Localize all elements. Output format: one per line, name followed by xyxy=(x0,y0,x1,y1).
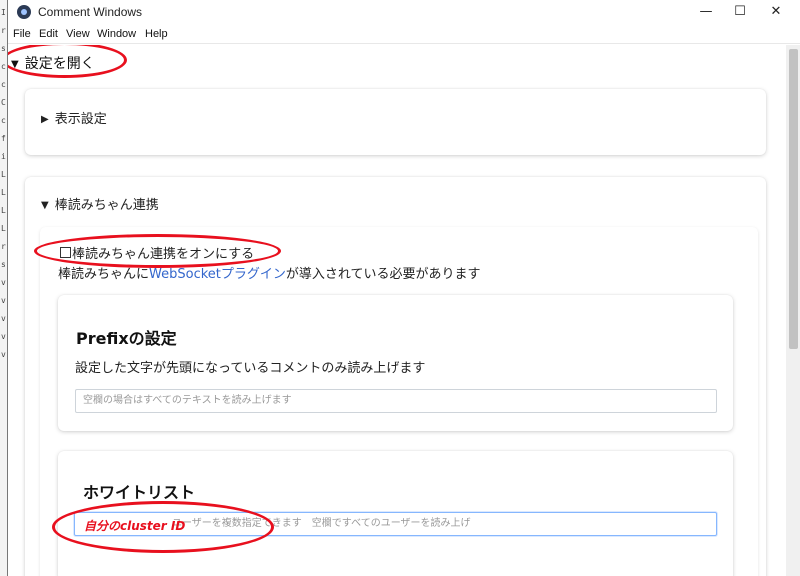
background-strip-char: i xyxy=(1,152,6,161)
menu-file[interactable]: File xyxy=(13,28,31,40)
background-strip-char: c xyxy=(1,80,6,89)
background-strip-char: L xyxy=(1,170,6,179)
menu-view[interactable]: View xyxy=(66,28,90,40)
background-strip-char: v xyxy=(1,332,6,341)
websocket-plugin-link[interactable]: WebSocketプラグイン xyxy=(149,267,286,282)
background-strip-char: v xyxy=(1,296,6,305)
background-strip-char: s xyxy=(1,44,6,53)
prefix-card: Prefixの設定 設定した文字が先頭になっているコメントのみ読み上げます 空欄… xyxy=(58,295,733,431)
caret-right-icon: ▶ xyxy=(41,114,49,125)
background-strip-char: r xyxy=(1,242,6,251)
annotation-handwritten-text: 自分のcluster ID xyxy=(84,519,186,533)
background-strip-char: c xyxy=(1,116,6,125)
menu-window[interactable]: Window xyxy=(97,28,136,40)
background-strip-char: c xyxy=(1,62,6,71)
background-strip-char: v xyxy=(1,314,6,323)
plugin-note-after: が導入されている必要があります xyxy=(285,267,481,282)
prefix-title: Prefixの設定 xyxy=(76,329,177,348)
display-settings-toggle[interactable]: ▶ 表示設定 xyxy=(41,108,107,127)
whitelist-title: ホワイトリスト xyxy=(83,483,196,502)
settings-content: ▼ 設定を開く ▶ 表示設定 ▼ 棒読みちゃん連携 棒読みちゃん連携をオンにする 棒読… xyxy=(8,45,786,576)
title-bar[interactable]: Comment Windows — ☐ ✕ xyxy=(8,0,800,24)
maximize-button[interactable]: ☐ xyxy=(723,0,757,24)
plugin-note-before: 棒読みちゃんに xyxy=(58,267,150,282)
menu-help[interactable]: Help xyxy=(145,28,168,40)
background-strip-char: v xyxy=(1,278,6,287)
background-strip-char: L xyxy=(1,224,6,233)
background-window-strip: IrsccCcfiLLLLrsvvvvv xyxy=(0,0,7,576)
background-strip-char: f xyxy=(1,134,6,143)
background-strip-char: L xyxy=(1,206,6,215)
display-settings-label: 表示設定 xyxy=(54,112,107,127)
background-strip-char: r xyxy=(1,26,6,35)
menu-edit[interactable]: Edit xyxy=(39,28,58,40)
background-strip-char: I xyxy=(1,8,6,17)
annotation-circle-open-settings xyxy=(8,45,127,78)
app-icon xyxy=(17,5,31,19)
bouyomi-section-label: 棒読みちゃん連携 xyxy=(54,198,159,213)
prefix-input[interactable]: 空欄の場合はすべてのテキストを読み上げます xyxy=(75,389,717,413)
comment-window: Comment Windows — ☐ ✕ File Edit View Win… xyxy=(7,0,800,576)
close-button[interactable]: ✕ xyxy=(759,0,793,24)
background-strip-char: s xyxy=(1,260,6,269)
background-strip-char: L xyxy=(1,188,6,197)
minimize-button[interactable]: — xyxy=(689,0,723,24)
background-strip-char: v xyxy=(1,350,6,359)
display-settings-card: ▶ 表示設定 xyxy=(25,89,766,155)
scrollbar-thumb[interactable] xyxy=(789,49,798,349)
annotation-circle-enable xyxy=(34,234,281,268)
caret-down-icon: ▼ xyxy=(41,200,49,211)
menu-bar: File Edit View Window Help xyxy=(8,25,800,44)
vertical-scrollbar[interactable] xyxy=(786,45,800,576)
window-title: Comment Windows xyxy=(38,5,143,19)
prefix-description: 設定した文字が先頭になっているコメントのみ読み上げます xyxy=(75,361,426,376)
background-strip-char: C xyxy=(1,98,6,107)
bouyomi-toggle[interactable]: ▼ 棒読みちゃん連携 xyxy=(41,194,159,213)
